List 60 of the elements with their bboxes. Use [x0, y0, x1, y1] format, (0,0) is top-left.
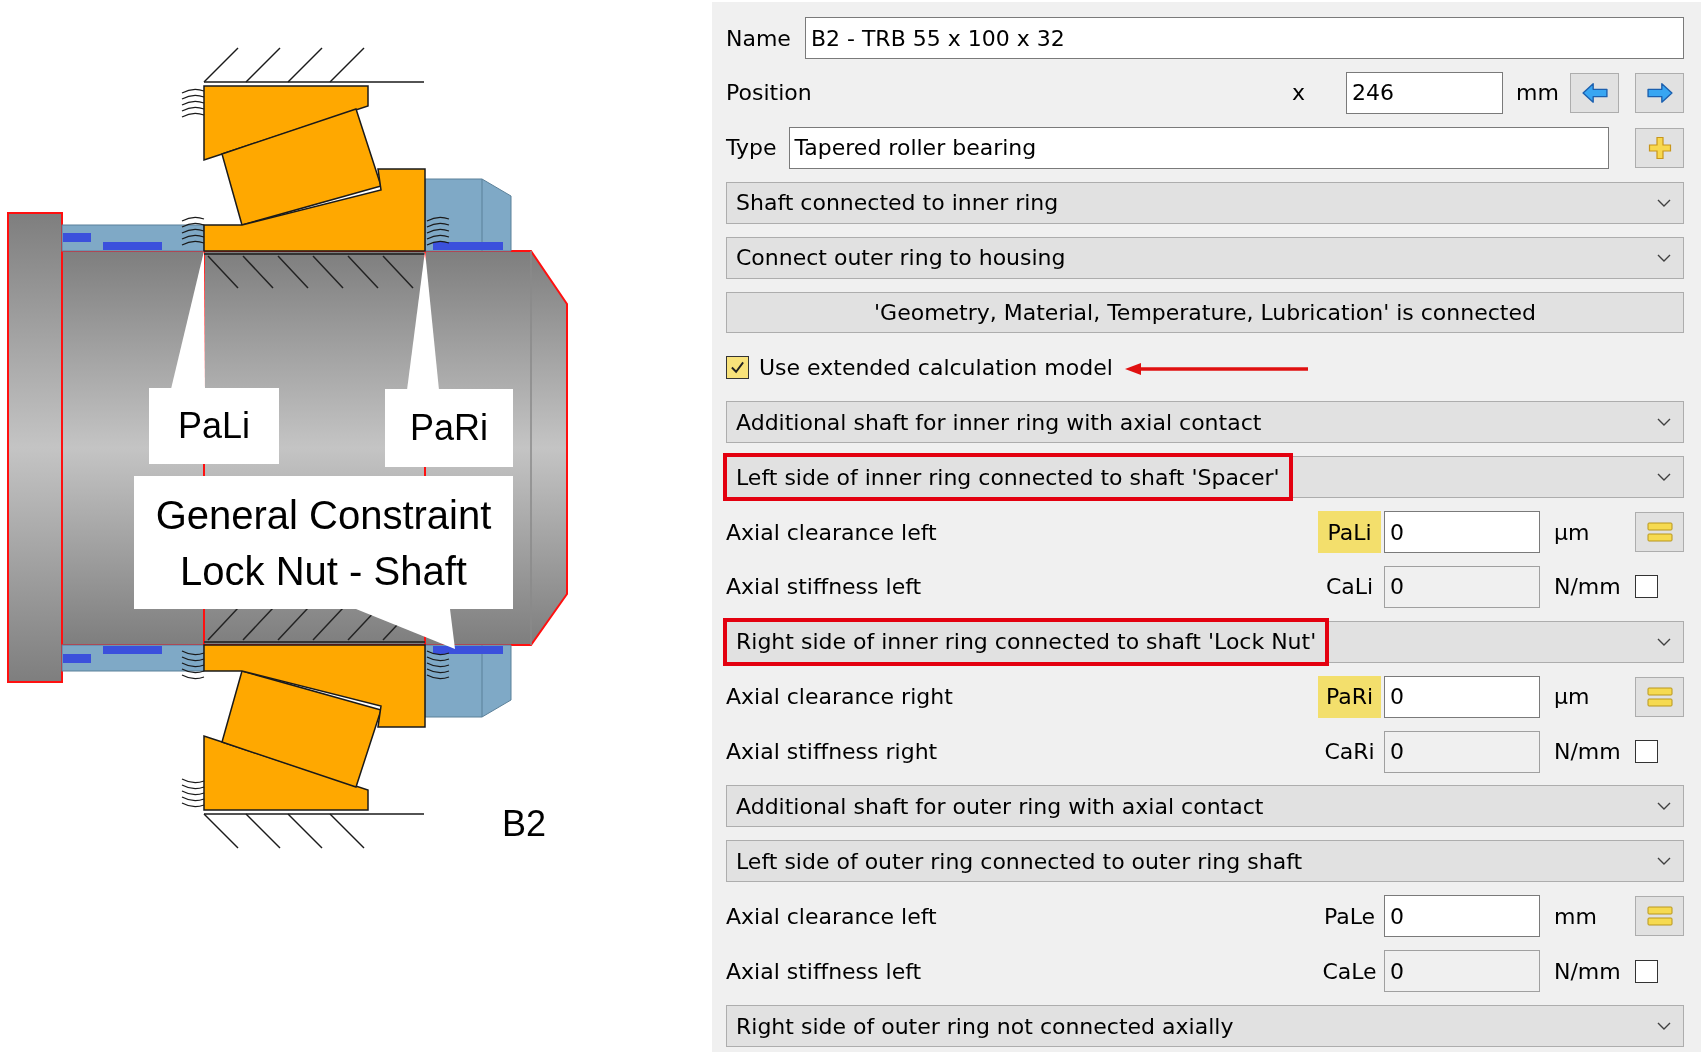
symbol-label: CaLi [1324, 573, 1375, 602]
field-label: Axial clearance left [726, 518, 937, 547]
field-label: Axial stiffness right [726, 738, 938, 767]
chevron-down-icon [1657, 857, 1671, 866]
unit-label: µm [1553, 518, 1591, 547]
input-field[interactable]: B2 - TRB 55 x 100 x 32 [804, 17, 1684, 59]
bars-icon [1646, 685, 1673, 708]
bearing-label: B2 [502, 802, 547, 846]
unit-label: mm [1553, 902, 1598, 931]
symbol-label: CaLe [1321, 957, 1378, 986]
dropdown[interactable]: Right side of outer ring not connected axially [726, 1005, 1684, 1048]
dropdown[interactable]: Additional shaft for outer ring with axial contact [726, 785, 1684, 828]
unit-label: mm [1515, 79, 1560, 108]
field-label: Axial stiffness left [726, 573, 922, 602]
unit-label: µm [1553, 683, 1591, 712]
left-arrow-icon [1580, 81, 1609, 104]
input-field[interactable]: 246 [1346, 71, 1503, 114]
field-label: Axial clearance left [726, 902, 937, 931]
checkbox[interactable] [726, 355, 749, 379]
chevron-down-icon [1657, 802, 1671, 811]
unit-label: N/mm [1553, 957, 1622, 986]
callout-label: PaLi [149, 388, 279, 464]
chevron-down-icon [1657, 253, 1671, 262]
symbol-label: PaLe [1322, 902, 1377, 931]
dropdown[interactable]: Shaft connected to inner ring [726, 181, 1684, 224]
left-arrow-button[interactable] [1570, 72, 1619, 113]
chevron-down-icon [1657, 198, 1671, 207]
plus-icon [1647, 135, 1672, 160]
symbol-label: CaRi [1323, 738, 1376, 767]
input-field[interactable]: Tapered roller bearing [788, 126, 1609, 169]
field-label: Name [726, 24, 791, 53]
dropdown[interactable]: Left side of inner ring connected to shaft 'Spacer' [726, 456, 1684, 499]
chevron-down-icon [1657, 1022, 1671, 1031]
field-label: Axial stiffness left [726, 957, 922, 986]
dropdown[interactable]: Right side of inner ring connected to shaft 'Lock Nut' [726, 620, 1684, 663]
dropdown[interactable]: Left side of outer ring connected to outer ring shaft [726, 840, 1684, 883]
right-arrow-icon [1645, 81, 1674, 104]
bars-icon [1646, 521, 1673, 543]
input-field[interactable]: 0 [1384, 675, 1540, 718]
field-label: Position [726, 79, 812, 108]
connection-button[interactable]: 'Geometry, Material, Temperature, Lubrication' is connected [726, 291, 1684, 333]
dropdown[interactable]: Additional shaft for inner ring with axial contact [726, 401, 1684, 444]
checkmark-icon [730, 359, 745, 375]
bars-icon [1646, 905, 1673, 928]
chevron-down-icon [1657, 418, 1671, 427]
dropdown[interactable]: Connect outer ring to housing [726, 236, 1684, 279]
chevron-down-icon [1657, 473, 1671, 482]
symbol-label: PaLi [1318, 511, 1381, 553]
checkbox-label: Use extended calculation model [759, 353, 1113, 382]
input-field[interactable]: 0 [1384, 511, 1540, 553]
unit-label: N/mm [1553, 738, 1622, 767]
field-label: Axial clearance right [726, 683, 953, 712]
input-field[interactable]: 0 [1384, 895, 1540, 938]
chevron-down-icon [1657, 637, 1671, 646]
axis-label: x [1292, 79, 1307, 108]
symbol-label: PaRi [1318, 675, 1381, 718]
callout-label: PaRi [385, 389, 513, 467]
right-arrow-button[interactable] [1635, 72, 1684, 113]
unit-label: N/mm [1553, 573, 1622, 602]
field-label: Type [726, 134, 777, 163]
